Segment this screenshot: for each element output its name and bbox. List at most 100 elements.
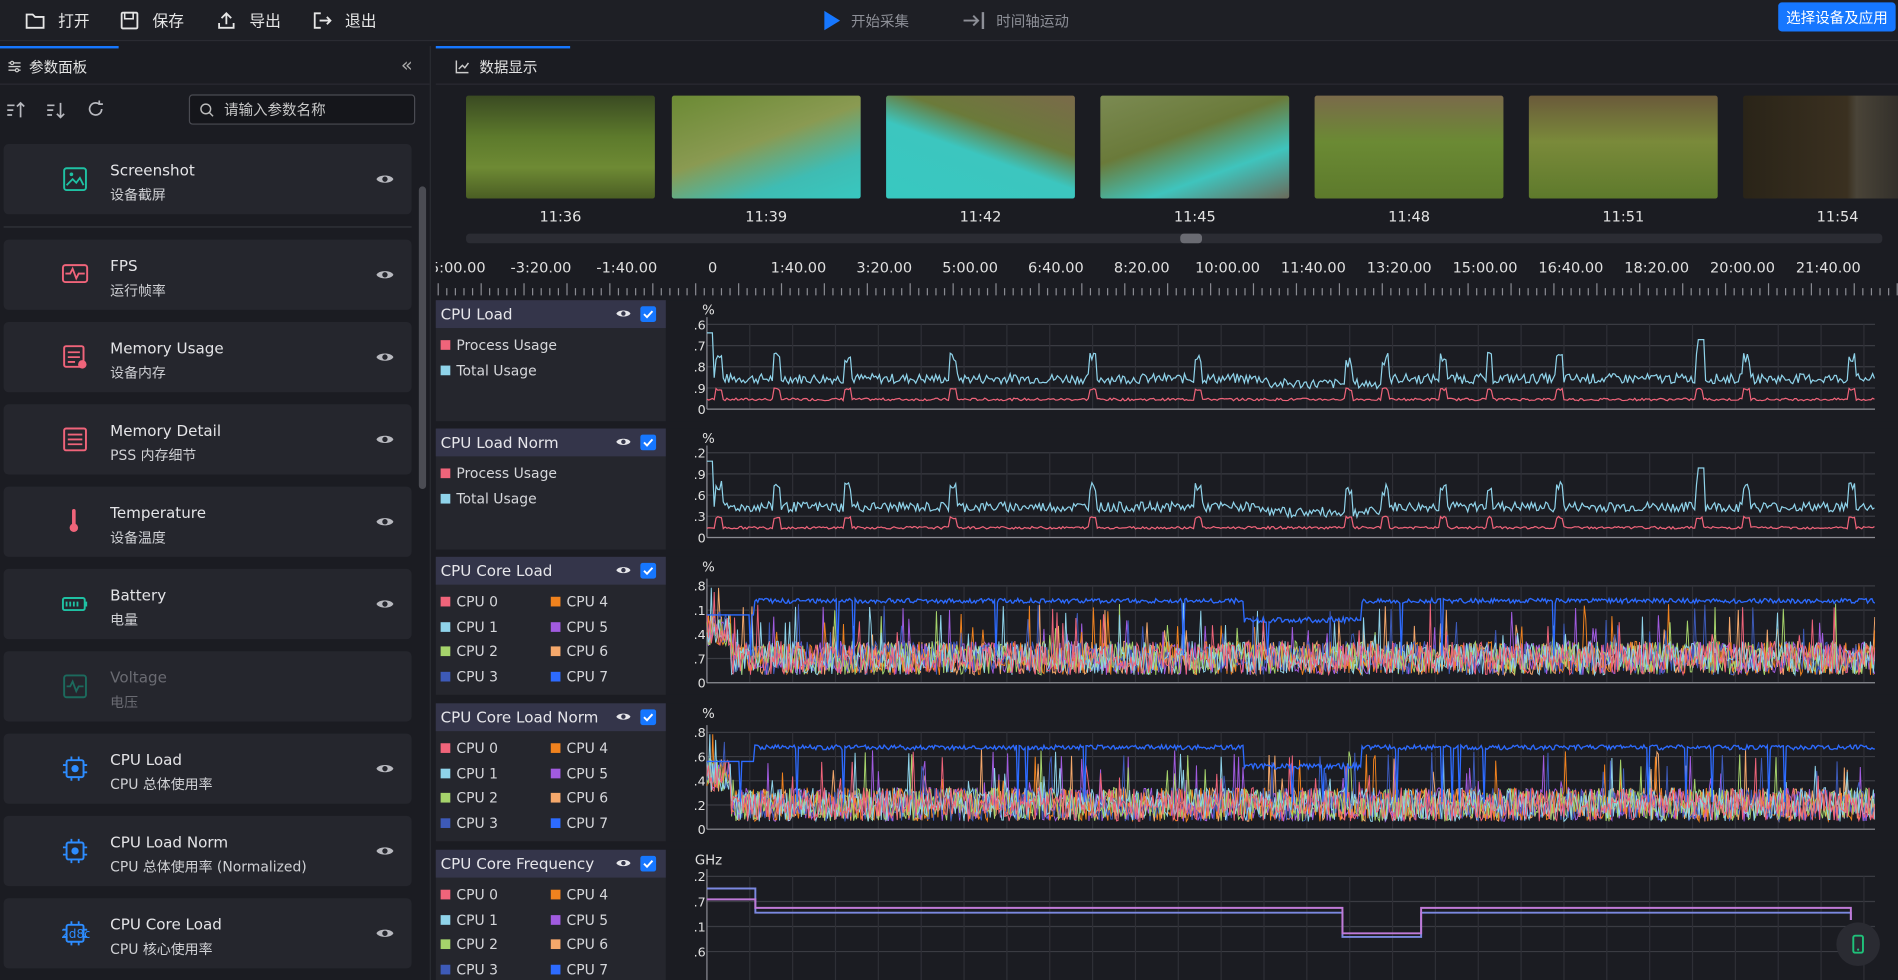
y-tick-label: 1.7 bbox=[695, 894, 706, 909]
legend-item[interactable]: CPU 6 bbox=[550, 643, 608, 660]
legend-label: CPU 3 bbox=[456, 814, 498, 832]
eye-icon[interactable] bbox=[375, 350, 394, 365]
time-ruler[interactable]: -5:00.00 -3:20.00 -1:40.00 0 1:40.00 3:20.00 5… bbox=[436, 254, 1898, 298]
start-capture-button[interactable]: 开始采集 bbox=[822, 0, 909, 41]
select-device-app-button[interactable]: 选择设备及应用 bbox=[1778, 2, 1896, 32]
eye-icon[interactable] bbox=[615, 307, 632, 319]
eye-icon[interactable] bbox=[615, 564, 632, 576]
legend-item[interactable]: CPU 2 bbox=[440, 643, 498, 660]
screenshot-thumbnail[interactable]: 11:42 bbox=[886, 95, 1075, 225]
eye-icon[interactable] bbox=[375, 172, 394, 187]
sort-descending-icon[interactable] bbox=[45, 99, 67, 121]
screenshot-thumbnail[interactable]: 11:39 bbox=[671, 95, 861, 225]
parameter-item[interactable]: FPS 运行帧率 bbox=[3, 239, 412, 310]
screenshot-image bbox=[1314, 95, 1504, 199]
chart-plot[interactable]: %85.263.942.621.30 bbox=[695, 429, 1876, 550]
collapse-panel-icon[interactable]: « bbox=[401, 53, 413, 76]
chart-visible-checkbox[interactable] bbox=[640, 562, 657, 579]
parameter-item[interactable]: Battery 电量 bbox=[3, 568, 412, 640]
ruler-label: 15:00.00 bbox=[1453, 260, 1518, 276]
legend-item[interactable]: CPU 4 bbox=[550, 593, 608, 610]
tab-data-display[interactable]: 数据显示 bbox=[435, 45, 571, 85]
chart-plot[interactable]: GHz2.2 1.7 1.1 0.6 bbox=[695, 850, 1876, 980]
eye-icon[interactable] bbox=[375, 761, 394, 776]
legend-item[interactable]: CPU 6 bbox=[550, 936, 608, 953]
open-button[interactable]: 打开 bbox=[17, 0, 97, 41]
parameter-item[interactable]: Temperature 设备温度 bbox=[3, 486, 412, 557]
legend-item[interactable]: CPU 7 bbox=[550, 815, 608, 832]
screenshot-thumbnail[interactable]: 11:48 bbox=[1314, 95, 1504, 225]
eye-icon[interactable] bbox=[615, 857, 632, 869]
logout-icon bbox=[313, 11, 332, 29]
screenshot-thumbnail[interactable]: 11:36 bbox=[466, 95, 655, 225]
eye-icon[interactable] bbox=[615, 711, 632, 723]
parameter-list-scrollbar[interactable] bbox=[418, 186, 427, 490]
screenshot-strip-scrollbar[interactable] bbox=[466, 233, 1883, 244]
legend-item[interactable]: CPU 0 bbox=[440, 886, 498, 903]
parameter-item[interactable]: Memory Usage 设备内存 bbox=[3, 321, 412, 393]
sort-ascending-icon[interactable] bbox=[5, 99, 27, 121]
y-tick-label: 72.6 bbox=[695, 749, 706, 764]
save-button[interactable]: 保存 bbox=[111, 0, 191, 41]
refresh-icon[interactable] bbox=[85, 98, 107, 120]
legend-label: CPU 7 bbox=[566, 668, 609, 686]
eye-icon[interactable] bbox=[375, 432, 394, 447]
eye-icon[interactable] bbox=[375, 514, 394, 529]
legend-item[interactable]: CPU 2 bbox=[440, 936, 498, 953]
tab-parameter-panel[interactable]: 参数面板 bbox=[0, 45, 119, 85]
eye-icon[interactable] bbox=[375, 844, 394, 859]
legend-item[interactable]: CPU 3 bbox=[440, 814, 498, 832]
parameter-item[interactable]: Memory Detail PSS 内存细节 bbox=[3, 404, 412, 475]
chart-plot[interactable]: % 96.8 72.6 48.4 24.2 0 bbox=[695, 703, 1876, 841]
eye-icon[interactable] bbox=[375, 597, 394, 612]
chart-header: CPU Load Norm bbox=[435, 428, 666, 457]
legend-item[interactable]: CPU 4 bbox=[550, 886, 608, 903]
parameter-item[interactable]: #2d8cff CPU Core Load CPU 核心使用率 bbox=[3, 898, 412, 969]
legend-item[interactable]: CPU 2 bbox=[440, 790, 498, 807]
parameter-search-input[interactable]: 请输入参数名称 bbox=[188, 94, 416, 125]
eye-icon[interactable] bbox=[615, 436, 632, 448]
chart-visible-checkbox[interactable] bbox=[640, 855, 657, 872]
chart-visible-checkbox[interactable] bbox=[640, 306, 657, 322]
legend-item[interactable]: CPU 1 bbox=[440, 765, 498, 782]
legend-item[interactable]: CPU 0 bbox=[440, 740, 498, 757]
legend-item[interactable]: CPU 5 bbox=[550, 911, 608, 928]
parameter-name: CPU Load Norm bbox=[110, 832, 229, 851]
legend-item[interactable]: CPU 3 bbox=[440, 961, 498, 978]
parameter-description: 设备温度 bbox=[110, 528, 166, 546]
legend-item[interactable]: Total Usage bbox=[440, 490, 537, 507]
legend-item[interactable]: Process Usage bbox=[440, 337, 557, 353]
chart-visible-checkbox[interactable] bbox=[640, 709, 657, 726]
legend-item[interactable]: Process Usage bbox=[440, 465, 557, 482]
eye-icon[interactable] bbox=[375, 268, 394, 283]
legend-item[interactable]: CPU 3 bbox=[440, 668, 498, 685]
legend-item[interactable]: CPU 1 bbox=[440, 911, 498, 928]
legend-item[interactable]: CPU 5 bbox=[550, 765, 608, 782]
parameter-item[interactable]: CPU Load Norm CPU 总体使用率 (Normalized) bbox=[3, 815, 412, 887]
legend-item[interactable]: CPU 6 bbox=[550, 790, 608, 807]
screenshot-thumbnail[interactable]: 11:45 bbox=[1100, 95, 1290, 225]
screenshot-thumbnail[interactable]: 11:51 bbox=[1528, 95, 1718, 225]
chart-plot[interactable]: %87.665.743.821.90 bbox=[695, 300, 1876, 421]
legend-item[interactable]: CPU 1 bbox=[440, 618, 498, 635]
export-button[interactable]: 导出 bbox=[208, 0, 288, 41]
eye-icon[interactable] bbox=[375, 926, 394, 941]
legend-item[interactable]: CPU 4 bbox=[550, 740, 608, 757]
timeline-move-button[interactable]: 时间轴运动 bbox=[962, 0, 1069, 41]
parameter-item[interactable]: Screenshot 设备截屏 bbox=[3, 144, 412, 215]
exit-button[interactable]: 退出 bbox=[304, 0, 384, 41]
legend-item[interactable]: CPU 7 bbox=[550, 668, 609, 686]
chart-visible-checkbox[interactable] bbox=[640, 434, 657, 451]
ruler-label: -1:40.00 bbox=[596, 260, 657, 276]
legend-item[interactable]: Total Usage bbox=[440, 362, 537, 379]
parameter-item[interactable]: Voltage 电压 bbox=[3, 651, 412, 722]
screenshot-thumbnail[interactable]: 11:54 bbox=[1743, 95, 1898, 225]
device-float-button[interactable] bbox=[1836, 922, 1880, 966]
legend-item[interactable]: CPU 7 bbox=[550, 961, 608, 978]
legend-item[interactable]: CPU 5 bbox=[550, 618, 608, 635]
legend-item[interactable]: CPU 0 bbox=[440, 593, 498, 610]
parameter-description: 运行帧率 bbox=[110, 282, 166, 299]
parameter-item[interactable]: CPU Load CPU 总体使用率 bbox=[3, 733, 412, 804]
screenshot-image bbox=[1743, 95, 1898, 199]
chart-plot[interactable]: % 98.8 74.1 49.4 24.7 0 bbox=[695, 557, 1876, 695]
